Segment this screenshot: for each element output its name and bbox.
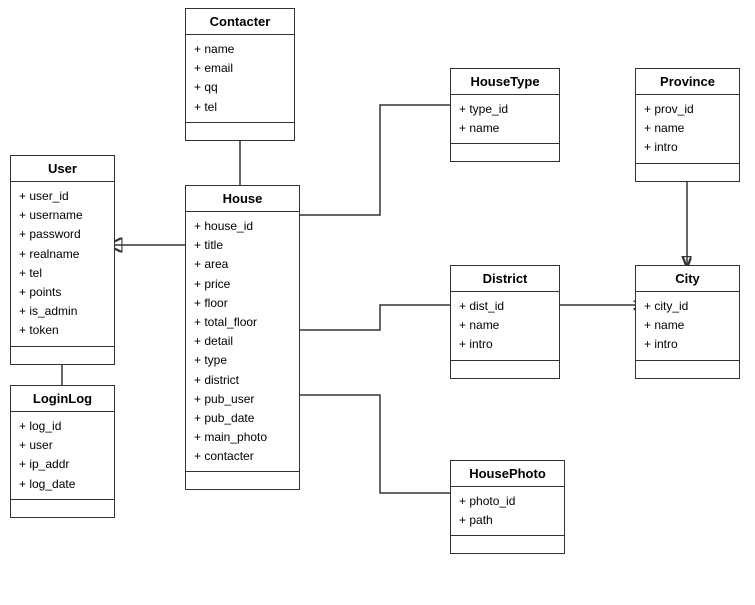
- attr: + tel: [19, 264, 106, 283]
- attr: + photo_id: [459, 492, 556, 511]
- entity-house-footer: [186, 471, 299, 489]
- attr: + path: [459, 511, 556, 530]
- attr: + pub_user: [194, 390, 291, 409]
- entity-housetype-footer: [451, 143, 559, 161]
- entity-province-title: Province: [636, 69, 739, 95]
- entity-contacter-title: Contacter: [186, 9, 294, 35]
- attr: + is_admin: [19, 302, 106, 321]
- entity-loginlog: LoginLog + log_id + user + ip_addr + log…: [10, 385, 115, 518]
- entity-housephoto-title: HousePhoto: [451, 461, 564, 487]
- attr: + price: [194, 275, 291, 294]
- attr: + name: [194, 40, 286, 59]
- entity-province-body: + prov_id + name + intro: [636, 95, 739, 163]
- attr: + realname: [19, 245, 106, 264]
- entity-city-footer: [636, 360, 739, 378]
- entity-housetype-title: HouseType: [451, 69, 559, 95]
- attr: + house_id: [194, 217, 291, 236]
- attr: + floor: [194, 294, 291, 313]
- entity-user-title: User: [11, 156, 114, 182]
- attr: + type_id: [459, 100, 551, 119]
- entity-contacter: Contacter + name + email + qq + tel: [185, 8, 295, 141]
- attr: + contacter: [194, 447, 291, 466]
- entity-district-body: + dist_id + name + intro: [451, 292, 559, 360]
- attr: + district: [194, 371, 291, 390]
- entity-contacter-body: + name + email + qq + tel: [186, 35, 294, 122]
- entity-loginlog-body: + log_id + user + ip_addr + log_date: [11, 412, 114, 499]
- entity-housetype-body: + type_id + name: [451, 95, 559, 143]
- attr: + dist_id: [459, 297, 551, 316]
- attr: + city_id: [644, 297, 731, 316]
- attr: + name: [459, 316, 551, 335]
- attr: + password: [19, 225, 106, 244]
- attr: + log_date: [19, 475, 106, 494]
- attr: + user: [19, 436, 106, 455]
- attr: + area: [194, 255, 291, 274]
- attr: + total_floor: [194, 313, 291, 332]
- attr: + type: [194, 351, 291, 370]
- attr: + prov_id: [644, 100, 731, 119]
- attr: + name: [459, 119, 551, 138]
- attr: + title: [194, 236, 291, 255]
- entity-district: District + dist_id + name + intro: [450, 265, 560, 379]
- attr: + points: [19, 283, 106, 302]
- entity-house-body: + house_id + title + area + price + floo…: [186, 212, 299, 471]
- diagram: User + user_id + username + password + r…: [0, 0, 755, 605]
- attr: + username: [19, 206, 106, 225]
- attr: + qq: [194, 78, 286, 97]
- entity-housetype: HouseType + type_id + name: [450, 68, 560, 162]
- entity-user-body: + user_id + username + password + realna…: [11, 182, 114, 346]
- entity-province: Province + prov_id + name + intro: [635, 68, 740, 182]
- attr: + tel: [194, 98, 286, 117]
- entity-house: House + house_id + title + area + price …: [185, 185, 300, 490]
- entity-city-title: City: [636, 266, 739, 292]
- entity-house-title: House: [186, 186, 299, 212]
- entity-district-footer: [451, 360, 559, 378]
- attr: + ip_addr: [19, 455, 106, 474]
- attr: + intro: [459, 335, 551, 354]
- attr: + detail: [194, 332, 291, 351]
- entity-loginlog-footer: [11, 499, 114, 517]
- entity-housephoto: HousePhoto + photo_id + path: [450, 460, 565, 554]
- entity-user: User + user_id + username + password + r…: [10, 155, 115, 365]
- entity-city: City + city_id + name + intro: [635, 265, 740, 379]
- entity-loginlog-title: LoginLog: [11, 386, 114, 412]
- entity-city-body: + city_id + name + intro: [636, 292, 739, 360]
- attr: + user_id: [19, 187, 106, 206]
- entity-housephoto-footer: [451, 535, 564, 553]
- attr: + intro: [644, 138, 731, 157]
- attr: + log_id: [19, 417, 106, 436]
- entity-user-footer: [11, 346, 114, 364]
- attr: + name: [644, 316, 731, 335]
- entity-district-title: District: [451, 266, 559, 292]
- attr: + intro: [644, 335, 731, 354]
- attr: + main_photo: [194, 428, 291, 447]
- entity-housephoto-body: + photo_id + path: [451, 487, 564, 535]
- attr: + name: [644, 119, 731, 138]
- attr: + email: [194, 59, 286, 78]
- attr: + token: [19, 321, 106, 340]
- entity-province-footer: [636, 163, 739, 181]
- attr: + pub_date: [194, 409, 291, 428]
- entity-contacter-footer: [186, 122, 294, 140]
